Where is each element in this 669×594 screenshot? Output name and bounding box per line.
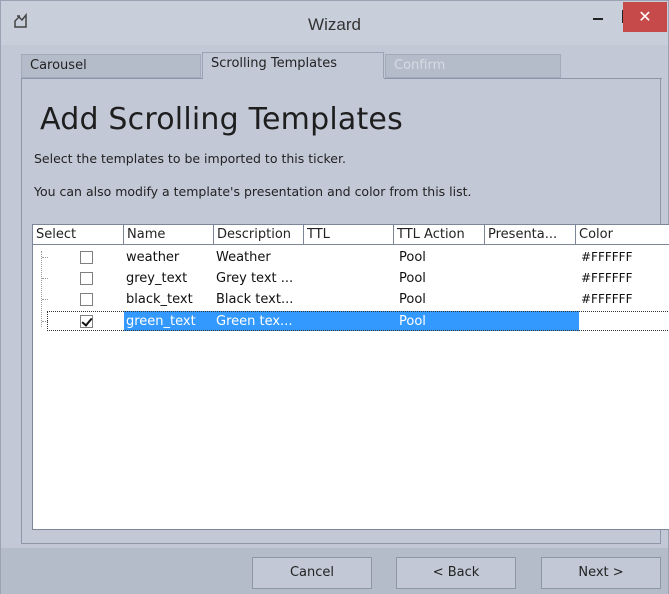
cell-description: Black text... xyxy=(216,292,294,307)
cell-ttl-action[interactable]: Pool xyxy=(399,268,426,289)
table-row-selected[interactable]: green_text Green tex... Pool xyxy=(33,311,669,332)
table-row[interactable]: black_text Black text... Pool #FFFFFF xyxy=(33,289,669,310)
templates-grid[interactable]: Select Name Description TTL TTL Action P… xyxy=(32,224,669,530)
table-row[interactable]: grey_text Grey text ... Pool #FFFFFF xyxy=(33,268,669,289)
close-button[interactable]: ✕ xyxy=(623,2,667,32)
column-header-ttl[interactable]: TTL xyxy=(304,225,394,245)
tab-carousel[interactable]: Carousel xyxy=(21,54,201,78)
cell-name: weather xyxy=(126,250,180,265)
column-header-select[interactable]: Select xyxy=(33,225,124,245)
window-title: Wizard xyxy=(308,15,361,34)
button-bar: Cancel < Back Next > xyxy=(1,548,668,594)
page-title: Add Scrolling Templates xyxy=(40,102,403,137)
cell-description: Green tex... xyxy=(216,314,293,329)
cancel-button[interactable]: Cancel xyxy=(252,557,372,589)
cell-name: black_text xyxy=(126,292,193,307)
cell-color[interactable]: #FFFFFF xyxy=(581,247,632,268)
title-bar[interactable]: Wizard ✕ xyxy=(1,1,668,45)
minimize-button[interactable] xyxy=(585,1,611,31)
description-select: Select the templates to be imported to t… xyxy=(34,151,346,166)
wizard-window: Wizard ✕ Carousel Scrolling Templates Co… xyxy=(0,0,669,594)
cell-color[interactable]: #FFFFFF xyxy=(581,289,632,310)
content-panel: Add Scrolling Templates Select the templ… xyxy=(21,78,669,544)
cell-color[interactable]: #FFFFFF xyxy=(581,268,632,289)
cell-ttl-action[interactable]: Pool xyxy=(399,311,426,332)
select-checkbox[interactable] xyxy=(80,272,93,285)
cell-description: Grey text ... xyxy=(216,271,294,286)
column-header-color[interactable]: Color xyxy=(576,225,669,245)
column-header-ttl-action[interactable]: TTL Action xyxy=(394,225,485,245)
select-checkbox[interactable] xyxy=(80,293,93,306)
grid-header: Select Name Description TTL TTL Action P… xyxy=(33,225,669,245)
back-button[interactable]: < Back xyxy=(396,557,516,589)
cell-name: green_text xyxy=(126,314,196,329)
table-row[interactable]: weather Weather Pool #FFFFFF xyxy=(33,247,669,268)
column-header-presentation[interactable]: Presenta... xyxy=(485,225,576,245)
cell-description: Weather xyxy=(216,250,271,265)
wizard-tabs: Carousel Scrolling Templates Confirm xyxy=(21,52,661,80)
cell-name: grey_text xyxy=(126,271,188,286)
description-modify: You can also modify a template's present… xyxy=(34,184,472,199)
column-header-name[interactable]: Name xyxy=(124,225,214,245)
tab-confirm: Confirm xyxy=(385,54,561,78)
column-header-description[interactable]: Description xyxy=(214,225,304,245)
cell-ttl-action[interactable]: Pool xyxy=(399,289,426,310)
cell-ttl-action[interactable]: Pool xyxy=(399,247,426,268)
select-checkbox-checked[interactable] xyxy=(80,315,93,328)
select-checkbox[interactable] xyxy=(80,251,93,264)
next-button[interactable]: Next > xyxy=(541,557,661,589)
tab-scrolling-templates[interactable]: Scrolling Templates xyxy=(202,52,384,80)
